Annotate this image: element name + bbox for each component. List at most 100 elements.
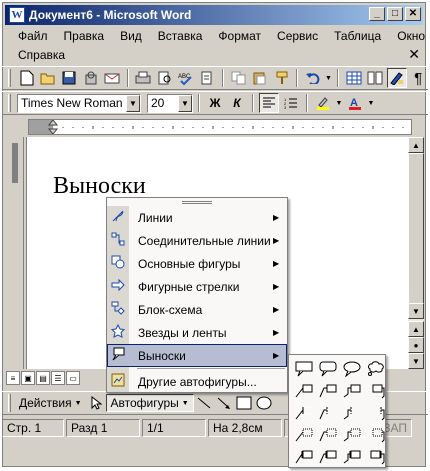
menu-item-block-arrows[interactable]: Фигурные стрелки ▶ (107, 275, 287, 298)
menu-file[interactable]: Файл (10, 29, 56, 43)
menu-table[interactable]: Таблица (326, 29, 389, 43)
undo-dropdown-icon[interactable]: ▼ (325, 68, 333, 88)
submenu-arrow-icon: ▶ (273, 328, 280, 337)
drawing-toolbar-icon[interactable] (387, 68, 407, 88)
document-text[interactable]: Выноски (53, 173, 146, 200)
font-name-combo[interactable]: Times New Roman ▼ (17, 93, 141, 113)
toolbar-grip[interactable] (8, 94, 11, 112)
toolbar-grip[interactable] (8, 394, 11, 412)
chevron-down-icon[interactable]: ▼ (178, 94, 192, 112)
callout-cloud-icon[interactable] (365, 359, 387, 379)
menu-edit[interactable]: Правка (56, 29, 113, 43)
show-formatting-icon[interactable]: ¶ (409, 68, 428, 88)
rectangle-icon[interactable] (234, 393, 254, 413)
maximize-button[interactable]: □ (387, 7, 403, 21)
line-callout-border-2-icon[interactable] (317, 403, 339, 423)
browse-object-icon[interactable]: ● (408, 337, 424, 353)
accent-callout-4-icon[interactable] (365, 447, 387, 467)
highlight-dropdown-icon[interactable]: ▼ (335, 93, 343, 113)
vertical-scrollbar[interactable]: ▲ ▼ ▲ ● ▼ (408, 137, 424, 369)
callout-oval-icon[interactable] (341, 359, 363, 379)
paste-icon[interactable] (251, 68, 270, 88)
actions-menu[interactable]: Действия ▼ (15, 396, 86, 410)
line-callout-border-4-icon[interactable] (365, 403, 387, 423)
menu-drag-handle[interactable] (107, 198, 287, 206)
font-color-dropdown-icon[interactable]: ▼ (367, 93, 375, 113)
reading-view-icon[interactable]: ▭ (66, 371, 80, 385)
font-size-combo[interactable]: 20 ▼ (147, 93, 193, 113)
menu-tools[interactable]: Сервис (269, 29, 326, 43)
accent-callout-3-icon[interactable] (341, 447, 363, 467)
scroll-down-icon[interactable]: ▼ (408, 303, 424, 319)
normal-view-icon[interactable]: ≡ (6, 371, 20, 385)
scroll-up-icon[interactable]: ▲ (408, 137, 424, 153)
line-callout-border-1-icon[interactable] (293, 403, 315, 423)
vertical-ruler[interactable] (6, 137, 24, 369)
web-view-icon[interactable]: ▣ (21, 371, 35, 385)
menu-item-stars-banners[interactable]: Звезды и ленты ▶ (107, 321, 287, 344)
font-color-icon[interactable]: A (345, 93, 365, 113)
accent-callout-2-icon[interactable] (317, 447, 339, 467)
close-button[interactable]: ✕ (405, 7, 421, 21)
callout-no-border-1-icon[interactable] (293, 425, 315, 445)
callout-rounded-rectangle-icon[interactable] (317, 359, 339, 379)
menu-item-flowchart[interactable]: Блок-схема ▶ (107, 298, 287, 321)
accent-callout-1-icon[interactable] (293, 447, 315, 467)
menu-view[interactable]: Вид (112, 29, 150, 43)
menu-help[interactable]: Справка (10, 48, 73, 62)
line-callout-3-icon[interactable] (341, 381, 363, 401)
insert-table-icon[interactable] (344, 68, 363, 88)
line-callout-2-icon[interactable] (317, 381, 339, 401)
chevron-down-icon[interactable]: ▼ (126, 94, 140, 112)
menu-item-connectors[interactable]: Соединительные линии ▶ (107, 229, 287, 252)
line-callout-1-icon[interactable] (293, 381, 315, 401)
outline-view-icon[interactable]: ☰ (51, 371, 65, 385)
menu-item-lines[interactable]: Линии ▶ (107, 206, 287, 229)
print-icon[interactable] (134, 68, 153, 88)
close-document-icon[interactable]: ✕ (408, 46, 420, 63)
callout-no-border-2-icon[interactable] (317, 425, 339, 445)
new-document-icon[interactable] (17, 68, 36, 88)
word-app-icon[interactable]: W (9, 7, 25, 23)
select-objects-icon[interactable] (86, 393, 106, 413)
email-icon[interactable] (102, 68, 121, 88)
spelling-icon[interactable]: ABC (176, 68, 195, 88)
menu-item-basic-shapes[interactable]: Основные фигуры ▶ (107, 252, 287, 275)
menu-format[interactable]: Формат (210, 29, 269, 43)
italic-icon[interactable]: К (227, 93, 247, 113)
numbered-list-icon[interactable]: 123 (281, 93, 301, 113)
highlight-icon[interactable] (313, 93, 333, 113)
oval-icon[interactable] (254, 393, 274, 413)
open-folder-icon[interactable] (38, 68, 57, 88)
copy-icon[interactable] (229, 68, 248, 88)
line-callout-4-icon[interactable] (365, 381, 387, 401)
format-painter-icon[interactable] (272, 68, 291, 88)
menu-window[interactable]: Окно (389, 29, 430, 43)
minimize-button[interactable]: _ (369, 7, 385, 21)
print-preview-icon[interactable] (155, 68, 174, 88)
align-left-icon[interactable] (259, 93, 279, 113)
menu-insert[interactable]: Вставка (150, 29, 211, 43)
bold-icon[interactable]: Ж (205, 93, 225, 113)
autoshapes-menu-button[interactable]: Автофигуры ▼ (105, 394, 194, 412)
window-title: Документ6 - Microsoft Word (29, 8, 192, 22)
arrow-icon[interactable] (214, 393, 234, 413)
callout-rectangle-icon[interactable] (293, 359, 315, 379)
line-icon[interactable] (194, 393, 214, 413)
permission-icon[interactable] (81, 68, 100, 88)
print-layout-view-icon[interactable]: ▤ (36, 371, 50, 385)
scroll-thumb[interactable] (408, 153, 424, 313)
callout-no-border-4-icon[interactable] (365, 425, 387, 445)
next-page-icon[interactable]: ▼ (408, 353, 424, 369)
toolbar-grip[interactable] (8, 69, 11, 87)
columns-icon[interactable] (366, 68, 385, 88)
menu-item-more-autoshapes[interactable]: Другие автофигуры... (107, 370, 287, 393)
callout-no-border-3-icon[interactable] (341, 425, 363, 445)
undo-icon[interactable] (303, 68, 322, 88)
save-icon[interactable] (60, 68, 79, 88)
prev-page-icon[interactable]: ▲ (408, 321, 424, 337)
line-callout-border-3-icon[interactable] (341, 403, 363, 423)
research-icon[interactable] (198, 68, 217, 88)
horizontal-ruler[interactable] (28, 119, 412, 135)
menu-item-callouts[interactable]: Выноски ▶ (107, 344, 287, 367)
